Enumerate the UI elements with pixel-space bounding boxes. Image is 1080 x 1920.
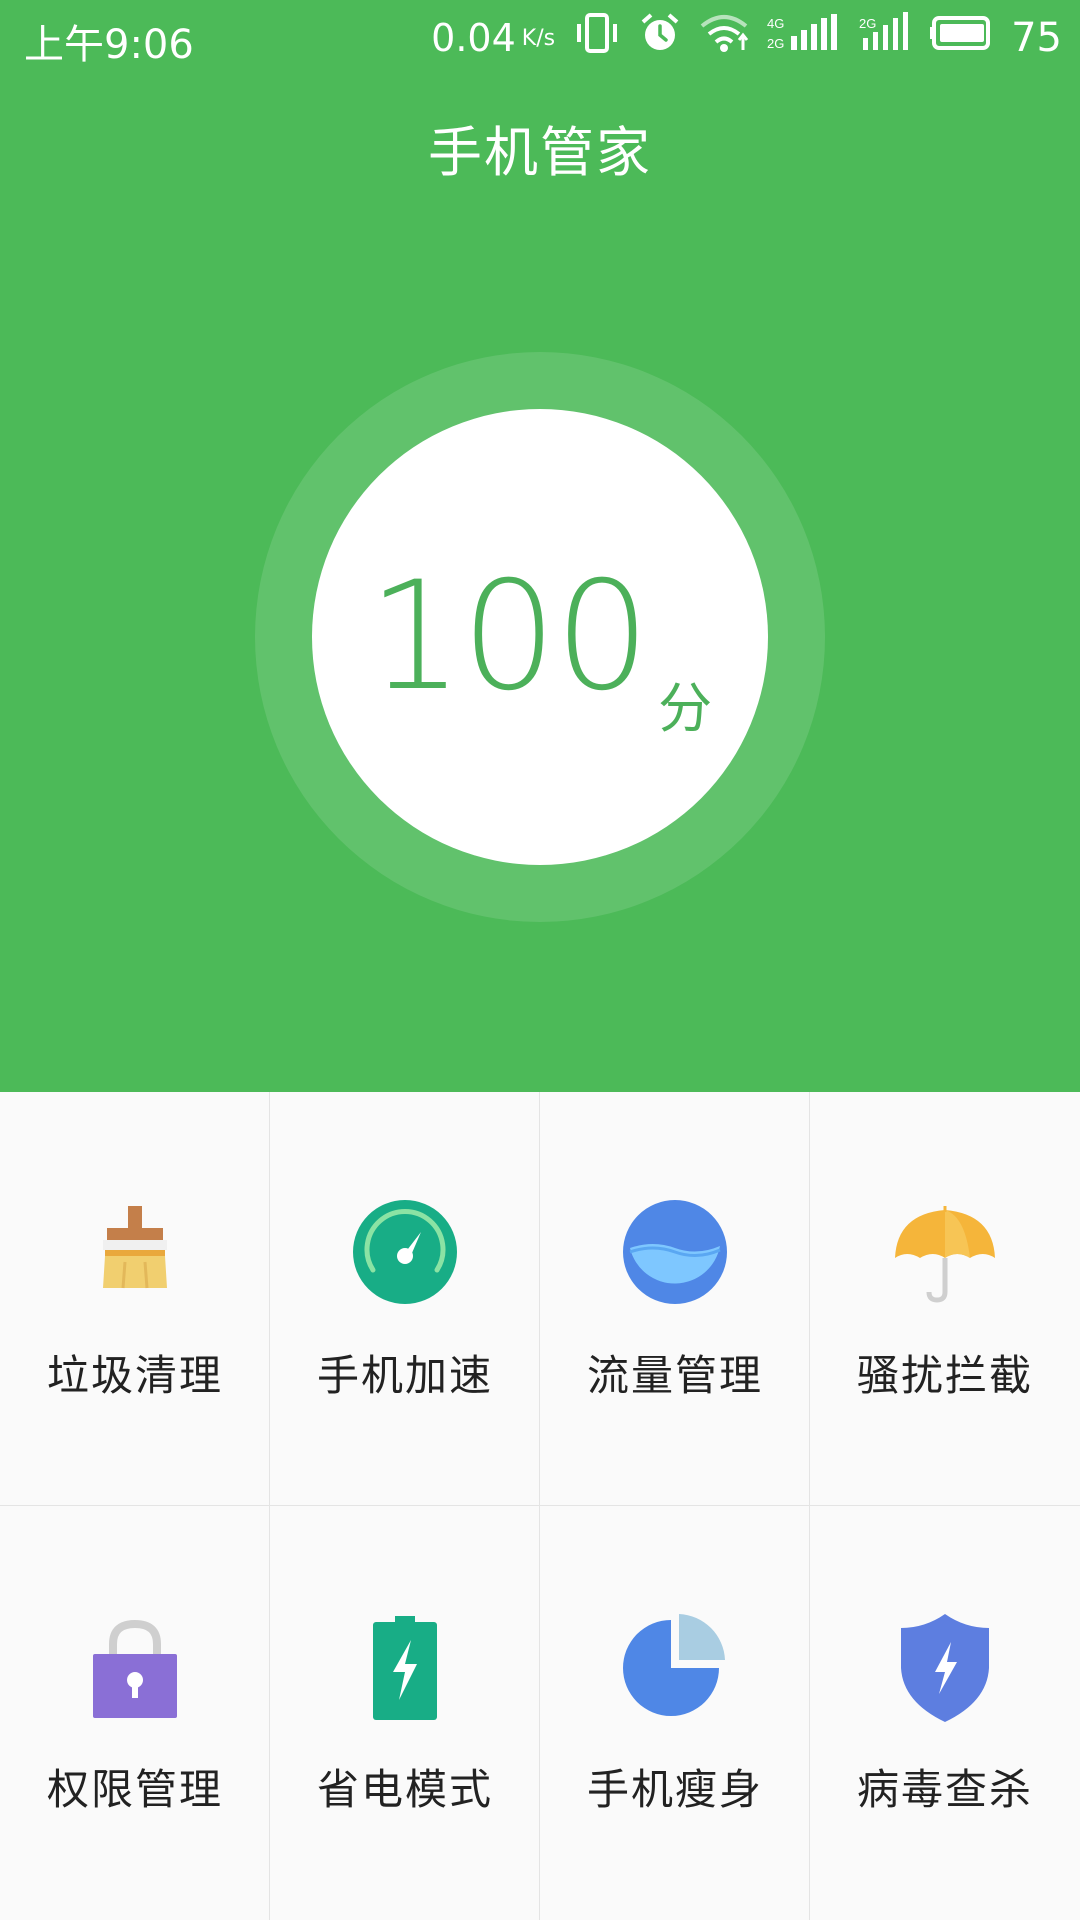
score-display: 100 分 [312, 409, 768, 865]
battery-percentage: 75 [1011, 15, 1062, 61]
feature-virus-scan[interactable]: 病毒查杀 [810, 1506, 1080, 1920]
svg-text:4G: 4G [767, 16, 784, 31]
battery-icon [929, 15, 993, 61]
wifi-icon [699, 12, 749, 64]
battery-saver-icon [345, 1606, 465, 1726]
feature-permission-manage[interactable]: 权限管理 [0, 1506, 270, 1920]
alarm-icon [639, 12, 681, 64]
score-value: 100 [367, 550, 650, 724]
hero-section: 上午9:06 0.04 K/s 4G 2G 2G 75 手机管家 100 分 [0, 0, 1080, 1092]
feature-label: 权限管理 [46, 1765, 223, 1814]
pie-chart-icon [615, 1606, 735, 1726]
feature-label: 省电模式 [316, 1765, 493, 1814]
network-speed: 0.04 K/s [431, 16, 556, 60]
feature-label: 垃圾清理 [46, 1351, 223, 1400]
score-unit: 分 [658, 677, 713, 740]
feature-harass-block[interactable]: 骚扰拦截 [810, 1092, 1080, 1506]
vibrate-icon [573, 12, 621, 64]
broom-icon [75, 1192, 195, 1312]
svg-text:2G: 2G [859, 16, 876, 31]
status-time: 上午9:06 [24, 22, 194, 68]
feature-grid: 垃圾清理 手机加速 流量管理 骚扰拦截 权限管理 省电模式 手机瘦身 病毒查杀 [0, 1092, 1080, 1920]
umbrella-icon [885, 1192, 1005, 1312]
phone-manager-screen: 上午9:06 0.04 K/s 4G 2G 2G 75 手机管家 100 分 垃… [0, 0, 1080, 1920]
svg-text:2G: 2G [767, 36, 784, 51]
score-circle[interactable]: 100 分 [312, 409, 768, 865]
page-title: 手机管家 [428, 121, 652, 184]
signal-2g-icon: 2G [859, 12, 911, 64]
feature-data-manage[interactable]: 流量管理 [540, 1092, 810, 1506]
feature-label: 流量管理 [586, 1351, 763, 1400]
feature-junk-clean[interactable]: 垃圾清理 [0, 1092, 270, 1506]
lock-icon [75, 1606, 195, 1726]
speedometer-icon [345, 1192, 465, 1312]
status-right-group: 0.04 K/s 4G 2G 2G 75 [431, 12, 1062, 64]
feature-speed-up[interactable]: 手机加速 [270, 1092, 540, 1506]
feature-label: 手机加速 [316, 1351, 493, 1400]
feature-label: 骚扰拦截 [856, 1351, 1033, 1400]
feature-power-saving[interactable]: 省电模式 [270, 1506, 540, 1920]
shield-icon [885, 1606, 1005, 1726]
status-bar: 上午9:06 0.04 K/s 4G 2G 2G 75 [0, 0, 1080, 76]
signal-4g-icon: 4G 2G [767, 12, 841, 64]
feature-label: 手机瘦身 [586, 1765, 763, 1814]
data-flow-icon [615, 1192, 735, 1312]
score-ring[interactable]: 100 分 [255, 352, 825, 922]
feature-label: 病毒查杀 [856, 1765, 1033, 1814]
feature-phone-slim[interactable]: 手机瘦身 [540, 1506, 810, 1920]
